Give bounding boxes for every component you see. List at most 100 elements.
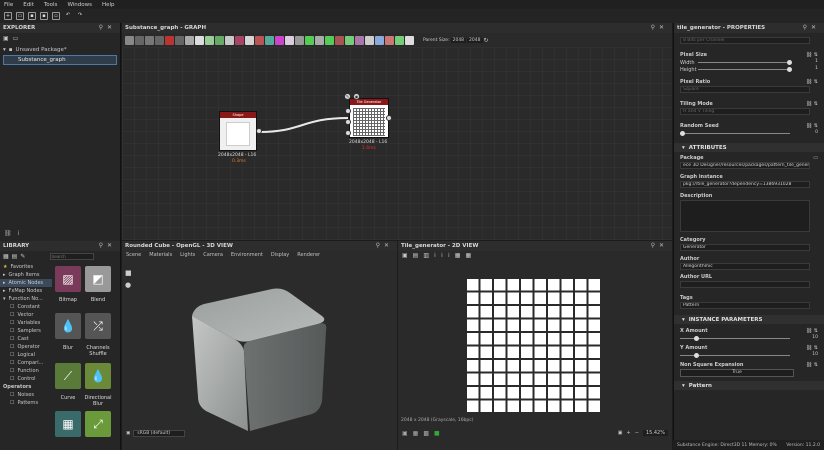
author-url-field[interactable]: [680, 281, 810, 288]
description-field[interactable]: [680, 200, 810, 232]
panel-controls-icon[interactable]: ⚲✕: [376, 242, 393, 249]
warp-tile[interactable]: ▦: [55, 411, 81, 437]
graph-row[interactable]: Substance_graph: [3, 55, 117, 65]
tiling-mode-select[interactable]: H and V Tiling: [680, 108, 810, 115]
attributes-section[interactable]: ▾ ATTRIBUTES: [674, 143, 824, 152]
alpha-toggle-icon[interactable]: ▦: [413, 430, 419, 437]
graph-panel[interactable]: Substance_graph - GRAPH ⚲✕ Parent Size:: [122, 23, 672, 240]
3d-menu-renderer[interactable]: Renderer: [297, 252, 320, 258]
new-package-icon[interactable]: ▣: [3, 35, 9, 42]
channel-icon[interactable]: ⁞: [434, 252, 436, 259]
link-icon[interactable]: ⛓ ⇅: [806, 79, 818, 85]
library-cat-fxmap[interactable]: ▸ FxMap Nodes: [0, 287, 52, 295]
bitmap-tile[interactable]: ▨: [55, 266, 81, 292]
link-icon[interactable]: ⛓ ⇅: [806, 101, 818, 107]
blur-tile[interactable]: 💧: [55, 313, 81, 339]
menu-tools[interactable]: Tools: [44, 2, 58, 8]
width-slider[interactable]: 1: [698, 59, 818, 66]
3d-menu-scene[interactable]: Scene: [126, 252, 141, 258]
library-tool-icon[interactable]: ▤: [12, 253, 18, 260]
link-icon[interactable]: ⛓: [4, 230, 12, 237]
input-pin[interactable]: [345, 119, 351, 125]
library-patterns[interactable]: ☐ Patterns: [0, 399, 52, 407]
library-fn-cast[interactable]: ☐ Cast: [0, 335, 52, 343]
library-cat-function[interactable]: ▾ Function No...: [0, 295, 52, 303]
package-path-field[interactable]: ece 3D Designer/resources/packages/patte…: [680, 162, 810, 169]
library-fn-samplers[interactable]: ☐ Samplers: [0, 327, 52, 335]
menu-edit[interactable]: Edit: [23, 2, 34, 8]
library-fn-control[interactable]: ☐ Control: [0, 375, 52, 383]
y-amount-slider[interactable]: 10: [680, 352, 818, 359]
checker-icon[interactable]: ▩: [423, 430, 429, 437]
input-pin[interactable]: [345, 108, 351, 114]
3d-menu-materials[interactable]: Materials: [149, 252, 172, 258]
output-pin[interactable]: [386, 115, 392, 121]
x-amount-slider[interactable]: 10: [680, 335, 818, 342]
panel-controls-icon[interactable]: ⚲✕: [651, 242, 668, 249]
directional-blur-tile[interactable]: 💧: [85, 363, 111, 389]
undo-icon[interactable]: ↶: [64, 12, 72, 20]
panel-controls-icon[interactable]: ⚲✕: [99, 24, 116, 31]
save-image-icon[interactable]: ▣: [402, 252, 408, 259]
menu-windows[interactable]: Windows: [67, 2, 92, 8]
category-field[interactable]: Generator: [680, 244, 810, 251]
link-icon[interactable]: ⛓ ⇅: [806, 123, 818, 129]
grid-icon[interactable]: ▦: [455, 252, 461, 259]
panel-controls-icon[interactable]: ⚲✕: [99, 242, 116, 249]
instance-parameters-section[interactable]: ▾ INSTANCE PARAMETERS: [674, 315, 824, 324]
link-icon[interactable]: ⛓ ⇅: [806, 362, 818, 368]
author-field[interactable]: Allegorithmic: [680, 263, 810, 270]
info-icon[interactable]: i: [18, 230, 20, 237]
colorspace-select[interactable]: sRGB (default): [133, 430, 186, 437]
library-noises[interactable]: ☐ Noises: [0, 391, 52, 399]
edit-icon[interactable]: ✎: [344, 93, 351, 100]
zoom-out-icon[interactable]: −: [635, 430, 639, 436]
graph-instance-field[interactable]: pkg:///tile_generator?dependency=1386931…: [680, 181, 810, 188]
library-cat-atomic[interactable]: ▸ Atomic Nodes: [0, 279, 52, 287]
library-fn-vector[interactable]: ☐ Vector: [0, 311, 52, 319]
3d-menu-camera[interactable]: Camera: [203, 252, 223, 258]
library-cat-graph-items[interactable]: ▸ Graph Items: [0, 271, 52, 279]
zoom-in-icon[interactable]: +: [627, 430, 631, 436]
tiling-icon[interactable]: ▦: [465, 252, 471, 259]
save-all-icon[interactable]: ▪: [40, 12, 48, 20]
non-square-toggle[interactable]: True: [680, 369, 794, 377]
output-format-field[interactable]: 8 Bits per Channel: [680, 37, 810, 44]
library-fn-logical[interactable]: ☐ Logical: [0, 351, 52, 359]
library-cat-favorites[interactable]: ★ Favorites: [0, 263, 52, 271]
fit-icon[interactable]: ▣: [618, 430, 623, 436]
3d-view-panel[interactable]: Rounded Cube - OpenGL - 3D VIEW ⚲✕ Scene…: [122, 241, 397, 450]
output-pin[interactable]: [256, 128, 262, 134]
3d-menu-display[interactable]: Display: [271, 252, 289, 258]
save-icon[interactable]: ▪: [28, 12, 36, 20]
3d-menu-environment[interactable]: Environment: [231, 252, 263, 258]
channel-icon[interactable]: ⁞: [448, 252, 450, 259]
zoom-value[interactable]: 15.42%: [642, 430, 668, 436]
shape-node[interactable]: Shape: [219, 111, 257, 151]
menu-help[interactable]: Help: [102, 2, 115, 8]
height-slider[interactable]: 1: [698, 66, 818, 73]
tags-field[interactable]: Pattern: [680, 302, 810, 309]
random-seed-slider[interactable]: 0: [680, 130, 818, 137]
copy-icon[interactable]: ▥: [423, 252, 429, 259]
blend-tile[interactable]: ◩: [85, 266, 111, 292]
open-folder-icon[interactable]: ▭: [16, 12, 24, 20]
link-icon[interactable]: ⛓ ⇅: [806, 328, 818, 334]
library-search-input[interactable]: [50, 252, 95, 260]
tile-generator-node[interactable]: Tile Generator: [349, 98, 389, 138]
input-pin[interactable]: [345, 130, 351, 136]
channel-toggle-icon[interactable]: ▣: [402, 430, 408, 437]
folder-icon[interactable]: ▭: [813, 155, 818, 161]
library-tool-icon[interactable]: ▦: [3, 253, 9, 260]
pattern-section[interactable]: ▾ Pattern: [674, 381, 824, 390]
import-icon[interactable]: ▫: [52, 12, 60, 20]
library-fn-variables[interactable]: ☐ Variables: [0, 319, 52, 327]
library-fn-function[interactable]: ☐ Function: [0, 367, 52, 375]
green-channel-icon[interactable]: ■: [434, 430, 440, 437]
library-tool-icon[interactable]: ✎: [20, 253, 25, 260]
new-file-icon[interactable]: +: [4, 12, 12, 20]
export-icon[interactable]: ▤: [413, 252, 419, 259]
menu-file[interactable]: File: [4, 2, 13, 8]
2d-view-panel[interactable]: Tile_generator - 2D VIEW ⚲✕ ▣ ▤ ▥ ⁞ ⁞ ⁞ …: [398, 241, 672, 450]
open-package-icon[interactable]: ▭: [13, 35, 19, 42]
